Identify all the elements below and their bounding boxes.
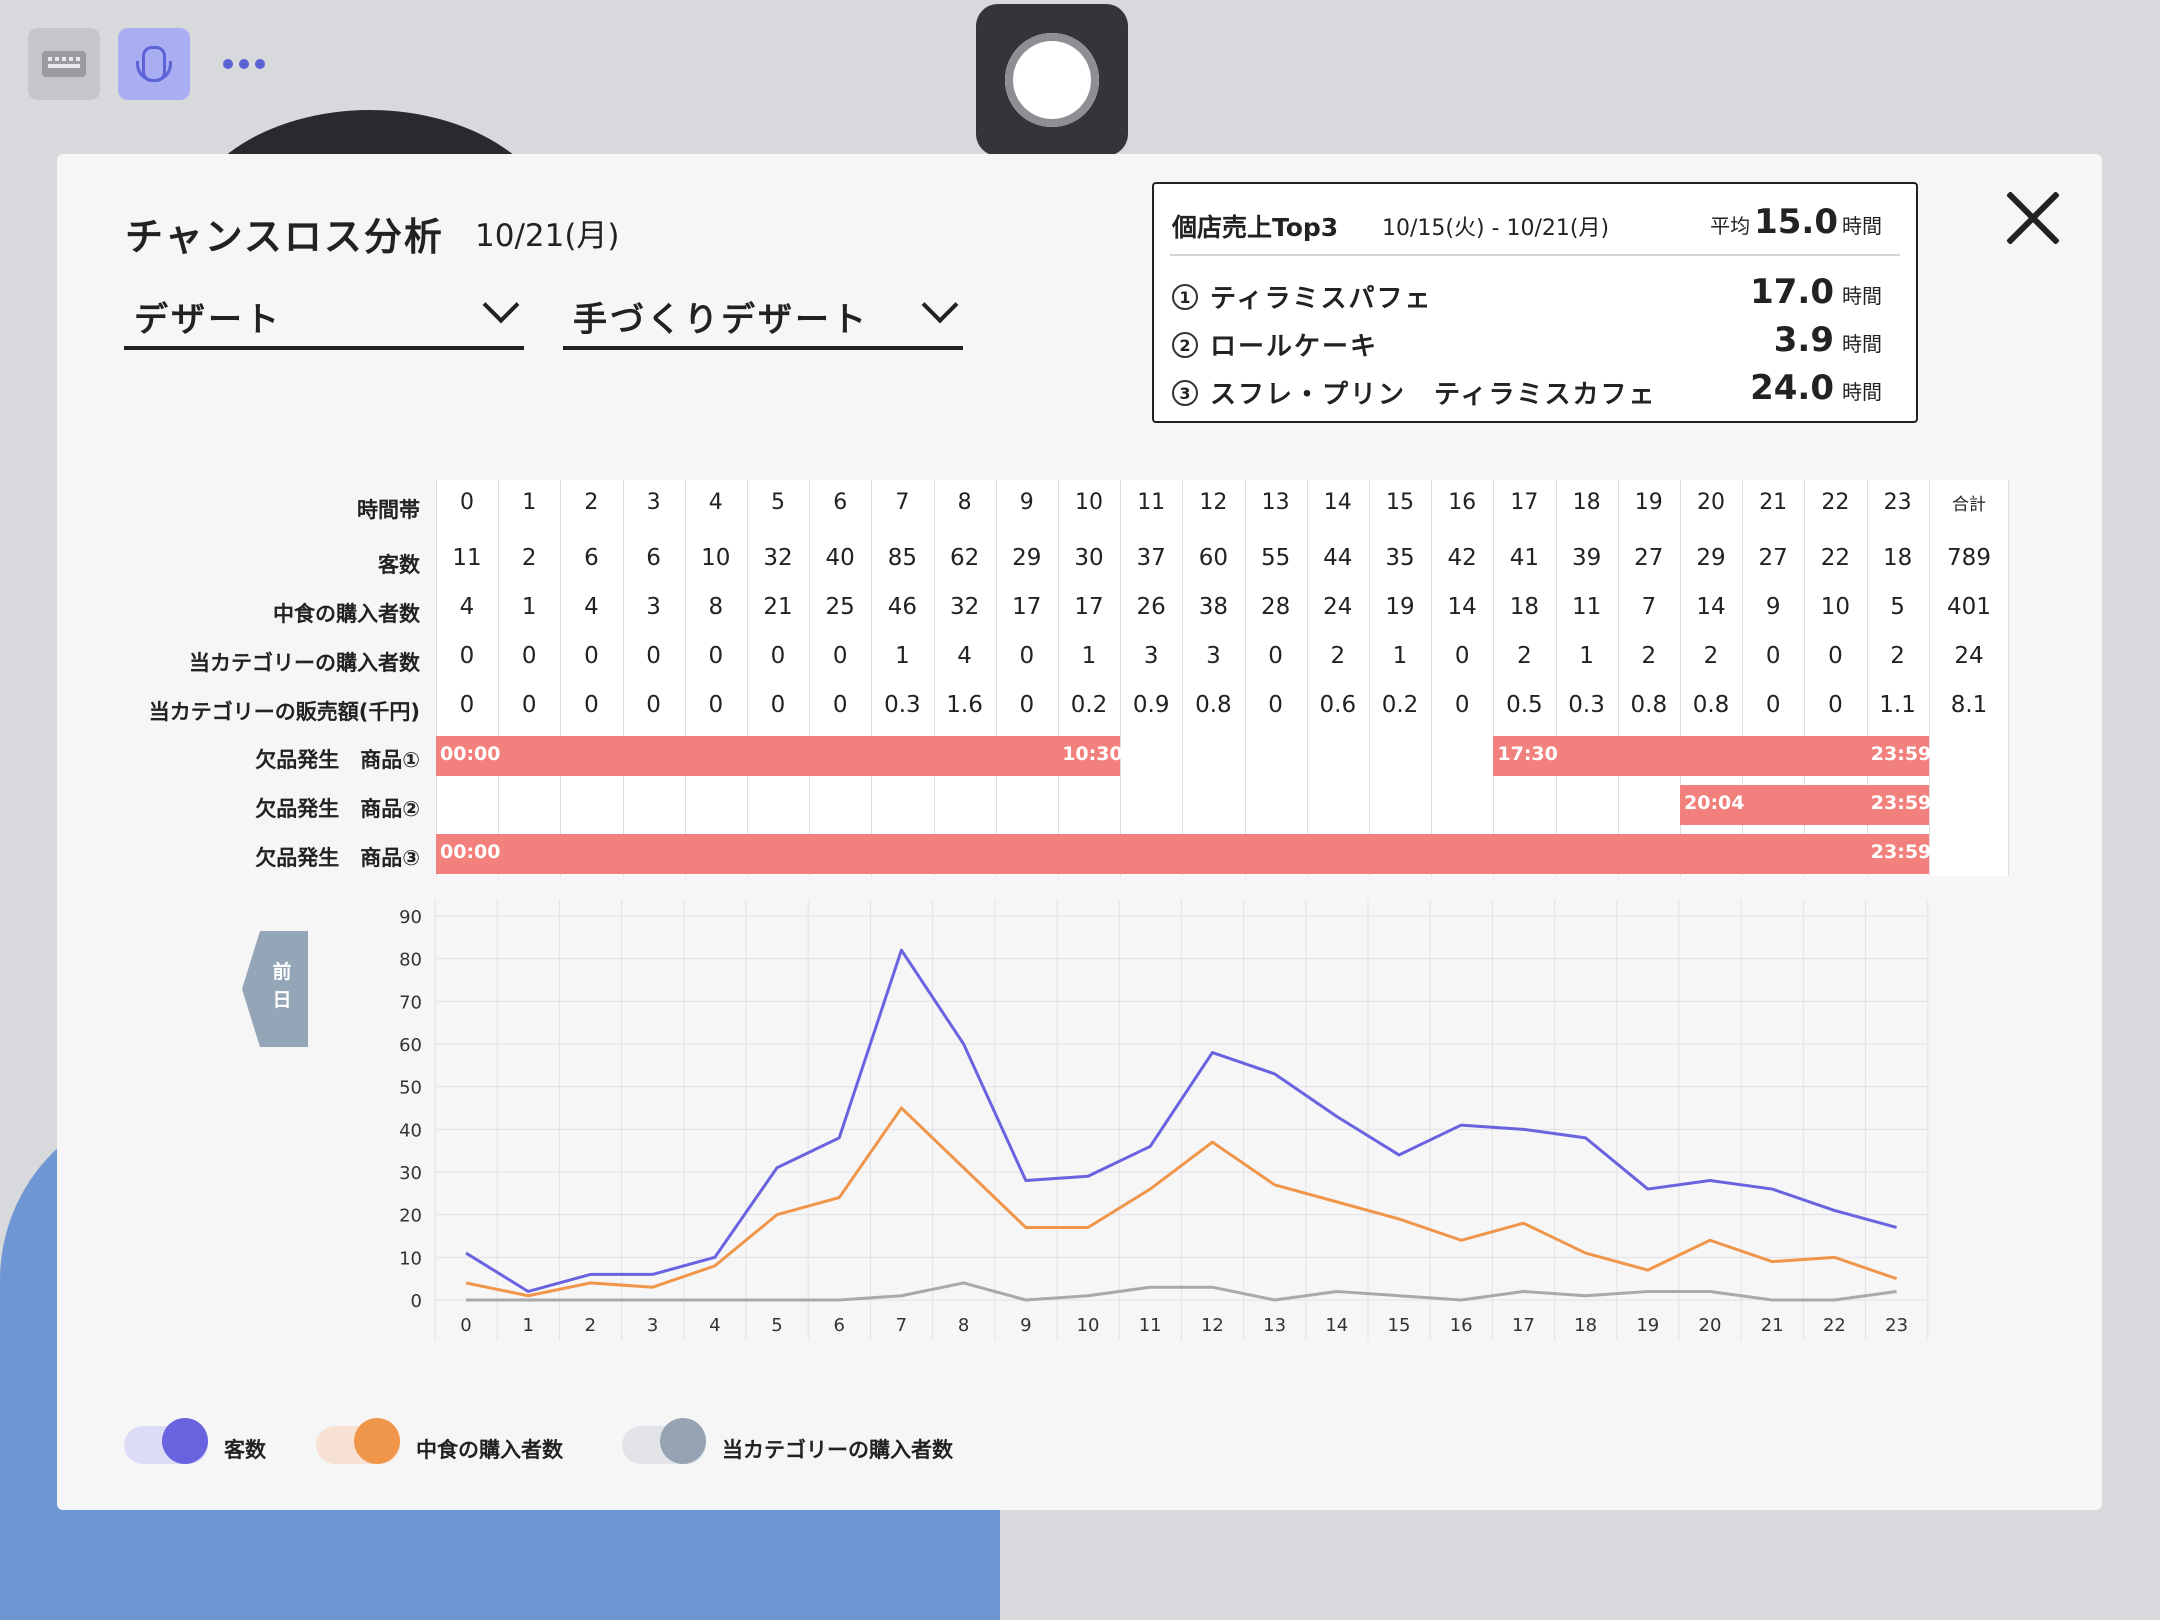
x-tick-label: 4 <box>709 1315 720 1336</box>
x-tick-label: 5 <box>771 1315 782 1336</box>
x-tick-label: 21 <box>1761 1315 1784 1336</box>
x-tick-label: 17 <box>1512 1315 1535 1336</box>
x-tick-label: 10 <box>1077 1315 1100 1336</box>
toggle-knob <box>660 1418 706 1464</box>
y-tick-label: 60 <box>399 1035 422 1056</box>
y-tick-label: 30 <box>399 1163 422 1184</box>
x-tick-label: 15 <box>1388 1315 1411 1336</box>
x-tick-label: 9 <box>1020 1315 1031 1336</box>
y-tick-label: 90 <box>399 907 422 928</box>
legend-label: 中食の購入者数 <box>416 1438 563 1462</box>
legend-toggle-category[interactable]: 当カテゴリーの購入者数 <box>622 1418 982 1470</box>
y-tick-label: 70 <box>399 992 422 1013</box>
y-tick-label: 50 <box>399 1078 422 1099</box>
x-tick-label: 16 <box>1450 1315 1473 1336</box>
y-tick-label: 10 <box>399 1248 422 1269</box>
x-tick-label: 2 <box>585 1315 596 1336</box>
x-tick-label: 0 <box>460 1315 471 1336</box>
x-tick-label: 18 <box>1574 1315 1597 1336</box>
prev-day-label: 前日 <box>272 961 292 1011</box>
toggle-knob <box>354 1418 400 1464</box>
x-tick-label: 23 <box>1885 1315 1908 1336</box>
legend-label: 客数 <box>224 1438 266 1462</box>
y-tick-label: 0 <box>411 1291 422 1312</box>
legend-toggle-lunch[interactable]: 中食の購入者数 <box>316 1418 586 1470</box>
x-tick-label: 8 <box>958 1315 969 1336</box>
hourly-line-chart: 01020304050607080900 1 2 3 4 5 6 7 8 9 10 11 12 13 14 1… <box>399 900 1929 1340</box>
x-tick-label: 13 <box>1263 1315 1286 1336</box>
x-tick-label: 14 <box>1325 1315 1348 1336</box>
legend-label: 当カテゴリーの購入者数 <box>722 1438 953 1462</box>
legend-toggle-customers[interactable]: 客数 <box>124 1418 304 1470</box>
x-tick-label: 7 <box>896 1315 907 1336</box>
y-tick-label: 40 <box>399 1120 422 1141</box>
x-tick-label: 12 <box>1201 1315 1224 1336</box>
x-tick-label: 1 <box>522 1315 533 1336</box>
toggle-knob <box>162 1418 208 1464</box>
x-tick-label: 20 <box>1699 1315 1722 1336</box>
y-tick-label: 80 <box>399 950 422 971</box>
x-tick-label: 11 <box>1139 1315 1162 1336</box>
x-tick-label: 22 <box>1823 1315 1846 1336</box>
x-tick-label: 19 <box>1636 1315 1659 1336</box>
x-tick-label: 6 <box>833 1315 844 1336</box>
x-tick-label: 3 <box>647 1315 658 1336</box>
y-tick-label: 20 <box>399 1206 422 1227</box>
